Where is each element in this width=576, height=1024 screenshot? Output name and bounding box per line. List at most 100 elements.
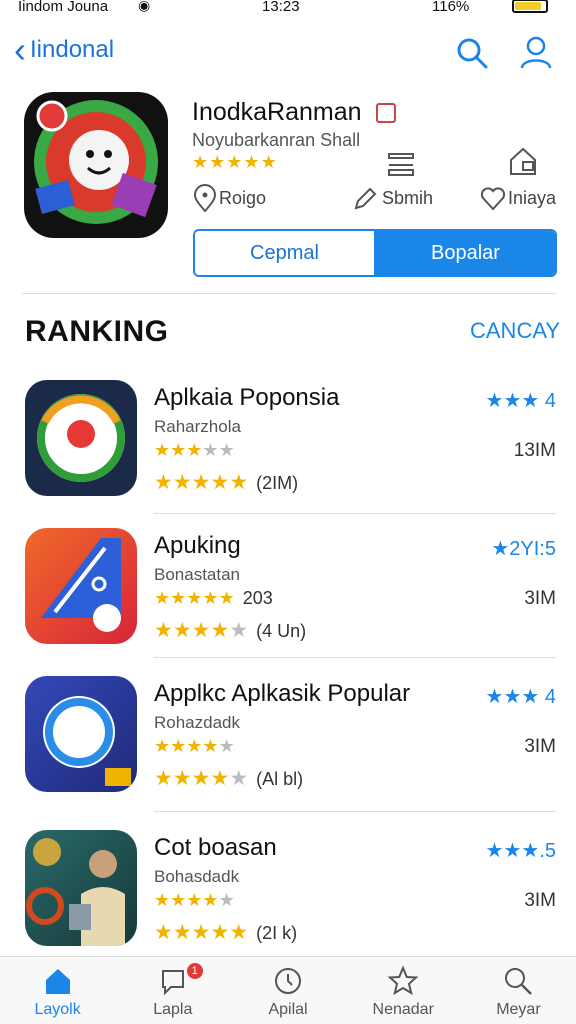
- left-button[interactable]: Cepmal: [195, 231, 376, 275]
- star-icon: ★: [210, 619, 230, 642]
- search-icon[interactable]: [455, 36, 489, 70]
- star-icon: [387, 965, 419, 996]
- back-button[interactable]: ‹ Iindonal: [14, 29, 114, 70]
- star-icon: ★: [186, 440, 203, 460]
- download-size: 3IM: [524, 890, 556, 911]
- star-icon: ★: [172, 767, 192, 790]
- rank-badge: ★2YI:5: [491, 538, 556, 560]
- star-icon: ★: [154, 588, 171, 608]
- notification-badge: 1: [186, 963, 203, 979]
- app-subtitle: Bonastatan: [154, 565, 241, 584]
- home-icon[interactable]: [508, 146, 538, 176]
- app-title: Cot boasan: [154, 834, 277, 861]
- wifi-icon: ◉: [138, 0, 151, 13]
- star-icon: ★: [218, 890, 235, 910]
- app-icon: [25, 676, 137, 792]
- star-icon: ★: [202, 588, 219, 608]
- app-subtitle: Rohazdadk: [154, 713, 241, 732]
- star-icon: ★: [226, 152, 244, 172]
- tab-clock[interactable]: Apilal: [230, 957, 345, 1024]
- app-icon[interactable]: [24, 92, 168, 238]
- app-title: Apuking: [154, 532, 241, 559]
- star-icon: ★: [186, 736, 203, 756]
- app-subtitle: Bohasdadk: [154, 867, 240, 886]
- star-icon: ★: [154, 921, 173, 944]
- star-icon: ★: [210, 471, 230, 494]
- profile-icon[interactable]: [518, 34, 554, 70]
- star-icon: ★: [172, 471, 192, 494]
- star-icon: ★: [229, 921, 249, 944]
- star-icon: ★: [186, 890, 203, 910]
- tab-label: Layolk: [34, 1001, 81, 1018]
- star-icon: ★: [218, 440, 235, 460]
- rank-badge: ★★★ 4: [485, 686, 556, 708]
- star-icon: ★: [154, 890, 171, 910]
- tab-label: Apilal: [268, 1001, 308, 1018]
- star-icon: ★: [210, 767, 230, 790]
- tab-search[interactable]: Meyar: [461, 957, 576, 1024]
- tab-home[interactable]: Layolk: [0, 957, 115, 1024]
- list-item[interactable]: Apuking Bonastatan ★★★★★ 203 ★★★★★ (4 Un) …: [0, 528, 576, 678]
- report-icon[interactable]: [376, 103, 396, 123]
- app-icon: [25, 380, 137, 496]
- star-icon: ★: [154, 736, 171, 756]
- star-icon: ★: [186, 588, 203, 608]
- star-icon: ★: [210, 921, 230, 944]
- app-title: Aplkaia Poponsia: [154, 384, 340, 411]
- star-icon: ★: [202, 440, 219, 460]
- tab-bar: Layolk 1 Lapla Apilal Nenadar Meyar: [0, 956, 576, 1024]
- rating-stars: ★★★★★: [154, 736, 235, 757]
- battery-percent: 116%: [432, 0, 470, 15]
- home-icon: [45, 969, 70, 994]
- divider: [154, 657, 556, 658]
- tab-label: Meyar: [496, 1001, 541, 1018]
- location-icon: [193, 184, 217, 213]
- nav-bar: ‹ Iindonal: [0, 30, 576, 80]
- app-subtitle: Raharzhola: [154, 417, 241, 436]
- rating-stars-detail: ★★★★★ (Al bl): [154, 766, 303, 791]
- divider: [154, 811, 556, 812]
- star-icon: ★: [229, 767, 249, 790]
- heart-icon[interactable]: [478, 184, 508, 214]
- star-icon: ★: [170, 736, 187, 756]
- rating-extra: 203: [242, 588, 273, 608]
- star-icon: ★: [202, 890, 219, 910]
- right-button[interactable]: Bopalar: [376, 231, 555, 275]
- carrier-label: Iindom Jouna: [18, 0, 109, 15]
- app-store-screen: Iindom Jouna ◉ 13:23 116% ‹ Iindonal Ino…: [0, 0, 576, 1024]
- meta-location: Roigo: [219, 188, 267, 208]
- star-icon: ★: [170, 890, 187, 910]
- star-icon: ★: [154, 440, 171, 460]
- app-title: InodkaRanman: [192, 98, 362, 126]
- chevron-left-icon: ‹: [14, 29, 26, 70]
- star-icon: ★: [218, 588, 235, 608]
- star-icon: ★: [170, 440, 187, 460]
- star-icon: ★: [170, 588, 187, 608]
- rating-count: (Al bl): [256, 769, 304, 789]
- list-icon[interactable]: [386, 150, 416, 180]
- battery-icon: [512, 0, 548, 13]
- star-icon: ★: [229, 471, 249, 494]
- star-icon: ★: [243, 152, 261, 172]
- search-icon: [505, 968, 533, 995]
- rating-stars-detail: ★★★★★ (2IM): [154, 470, 298, 495]
- section-action-link[interactable]: CANCAY: [470, 318, 560, 344]
- star-icon: ★: [154, 471, 173, 494]
- rating-count: (2IM): [256, 473, 299, 493]
- divider: [154, 513, 556, 514]
- edit-icon[interactable]: [350, 184, 380, 214]
- star-icon: ★: [209, 152, 227, 172]
- star-icon: ★: [172, 921, 192, 944]
- tab-star[interactable]: Nenadar: [346, 957, 461, 1024]
- download-size: 3IM: [524, 736, 556, 757]
- clock-icon: [275, 968, 301, 994]
- list-item[interactable]: Aplkaia Poponsia Raharzhola ★★★★★ ★★★★★(…: [0, 380, 576, 530]
- list-item[interactable]: Applkc Aplkasik Popular Rohazdadk ★★★★★ …: [0, 676, 576, 826]
- clock: 13:23: [262, 0, 300, 15]
- tab-chat[interactable]: 1 Lapla: [115, 957, 230, 1024]
- star-icon: ★: [202, 736, 219, 756]
- star-icon: ★: [154, 619, 173, 642]
- section-title: RANKING: [25, 315, 169, 348]
- battery-level: [515, 2, 541, 10]
- rating-stars: ★★★★★ 203: [154, 588, 273, 609]
